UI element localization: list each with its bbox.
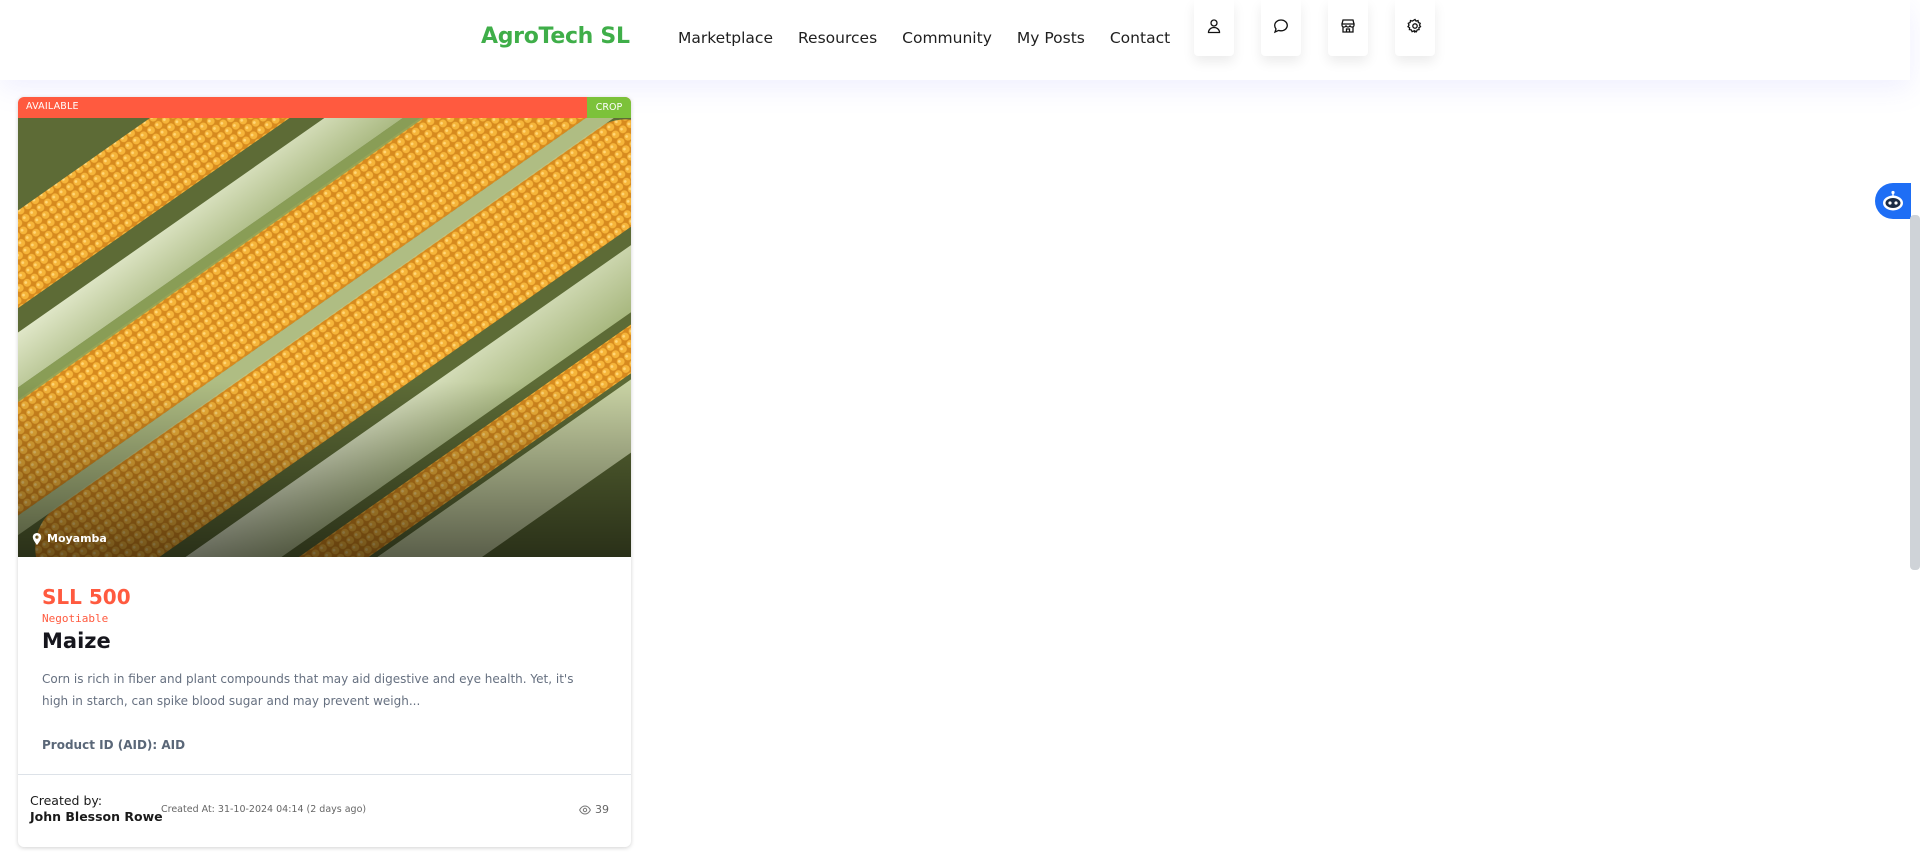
category-badge: CROP [587,97,631,118]
view-count: 39 [579,803,609,816]
user-icon [1207,19,1221,34]
settings-icon [1407,18,1422,33]
nav-marketplace[interactable]: Marketplace [678,29,773,47]
nav-resources[interactable]: Resources [798,29,877,47]
nav-community[interactable]: Community [902,29,992,47]
map-pin-icon [32,532,42,545]
status-bar: AVAILABLE CROP [18,97,631,118]
assistant-button[interactable] [1875,183,1911,219]
seller-name[interactable]: John Blesson Rowe [30,809,163,824]
created-by-label: Created by: [30,793,103,808]
nav-my-posts[interactable]: My Posts [1017,29,1085,47]
location-label: Moyamba [47,532,107,545]
store-button[interactable] [1328,0,1368,56]
store-icon [1341,19,1355,33]
scrollbar-thumb[interactable] [1910,215,1920,570]
view-count-value: 39 [595,803,609,816]
card-footer: Created by: John Blesson Rowe Created At… [18,774,631,847]
product-image[interactable]: Moyamba [18,118,631,557]
product-title[interactable]: Maize [42,629,111,653]
created-at: Created At: 31-10-2024 04:14 (2 days ago… [161,804,367,815]
price: SLL 500 [42,585,131,609]
product-id: Product ID (AID): AID [42,738,186,752]
status-badge: AVAILABLE [26,101,79,112]
price-note: Negotiable [42,612,109,625]
listing-card[interactable]: AVAILABLE CROP Moyamba SLL 500 Negotiabl… [18,97,631,847]
eye-icon [579,804,591,815]
settings-button[interactable] [1395,0,1435,56]
nav-contact[interactable]: Contact [1110,29,1170,47]
robot-icon [1883,190,1903,211]
chat-icon [1273,19,1288,34]
top-navbar: AgroTech SL Marketplace Resources Commun… [0,0,1910,80]
main-nav: Marketplace Resources Community My Posts… [678,29,1170,47]
profile-button[interactable] [1194,0,1234,56]
messages-button[interactable] [1261,0,1301,56]
product-description: Corn is rich in fiber and plant compound… [42,672,574,708]
location-tag: Moyamba [32,532,107,545]
brand-logo[interactable]: AgroTech SL [481,24,630,49]
